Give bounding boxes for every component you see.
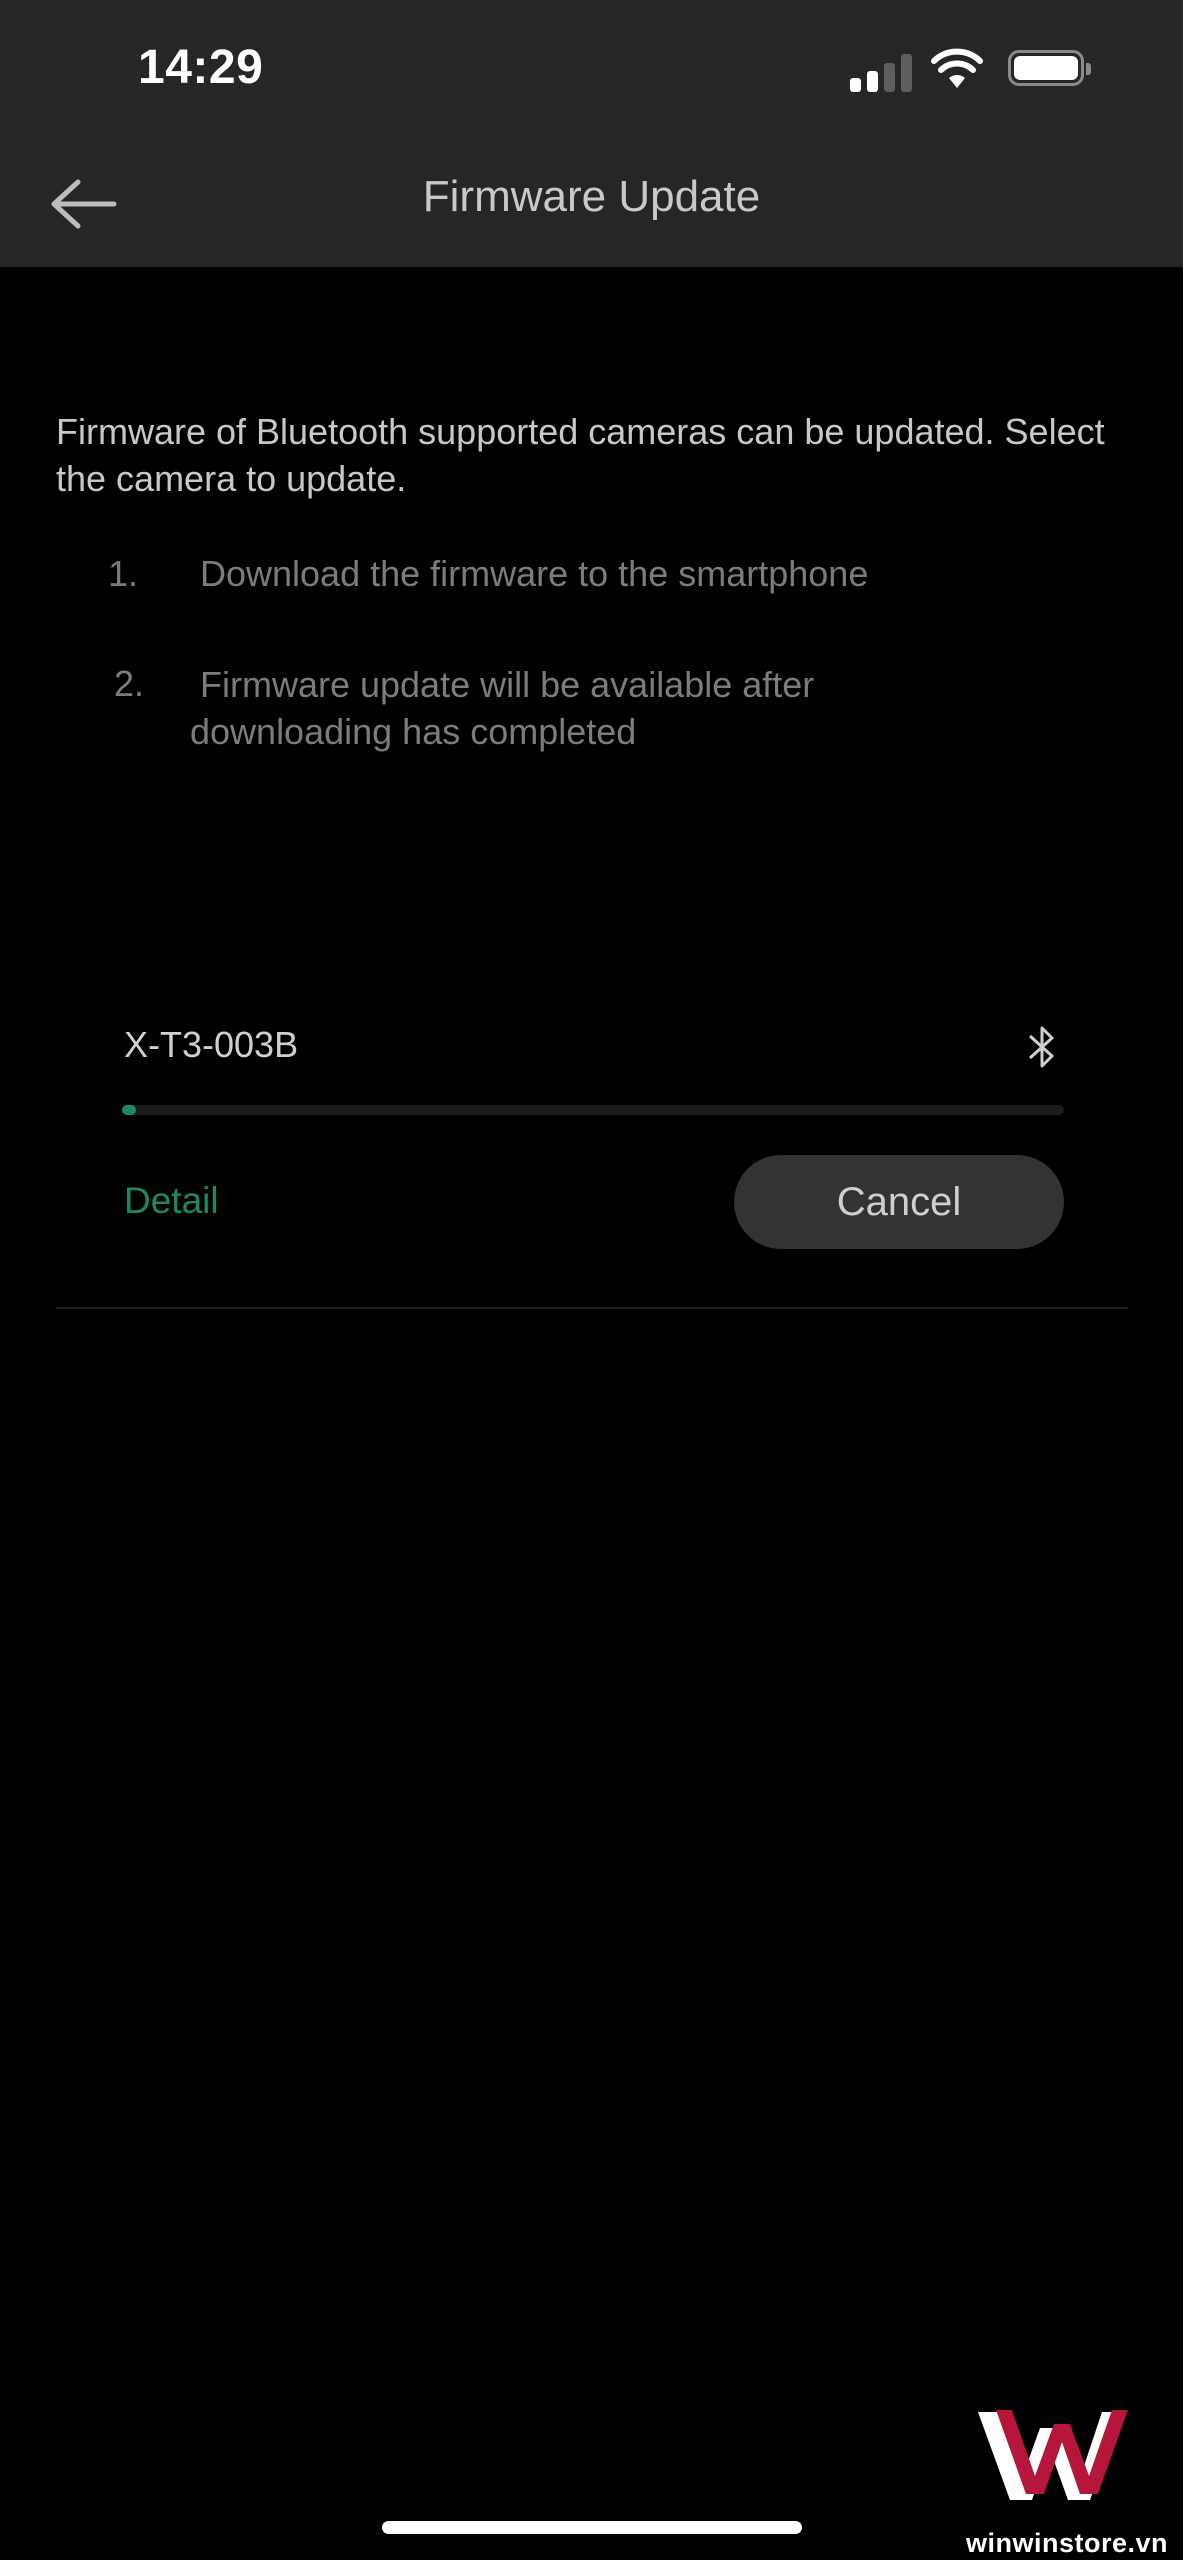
watermark-text: winwinstore.vn bbox=[966, 2528, 1169, 2558]
step-text: Firmware update will be available after bbox=[200, 664, 815, 705]
progress-fill bbox=[122, 1105, 137, 1115]
page-title: Firmware Update bbox=[422, 172, 761, 221]
home-indicator[interactable] bbox=[382, 2521, 802, 2534]
step-number: 1. bbox=[108, 553, 139, 594]
divider bbox=[56, 1307, 1128, 1309]
battery-icon bbox=[1008, 50, 1091, 86]
cellular-signal-icon bbox=[850, 52, 914, 92]
device-name: X-T3-003B bbox=[124, 1024, 299, 1065]
nav-bar: Firmware Update bbox=[0, 140, 1183, 267]
bluetooth-icon bbox=[1028, 1026, 1054, 1068]
cancel-button[interactable]: Cancel bbox=[734, 1155, 1064, 1249]
wifi-icon bbox=[931, 48, 983, 88]
description-text: Firmware of Bluetooth supported cameras … bbox=[56, 411, 1105, 499]
status-time: 14:29 bbox=[138, 41, 264, 94]
download-progress-bar bbox=[122, 1105, 1064, 1115]
status-bar: 14:29 bbox=[0, 0, 1183, 140]
detail-link[interactable]: Detail bbox=[124, 1180, 219, 1222]
step-text: Download the firmware to the smartphone bbox=[200, 553, 869, 594]
winwin-logo-icon bbox=[978, 2410, 1128, 2500]
step-number: 2. bbox=[114, 663, 145, 704]
step-text-continued: downloading has completed bbox=[190, 711, 637, 752]
